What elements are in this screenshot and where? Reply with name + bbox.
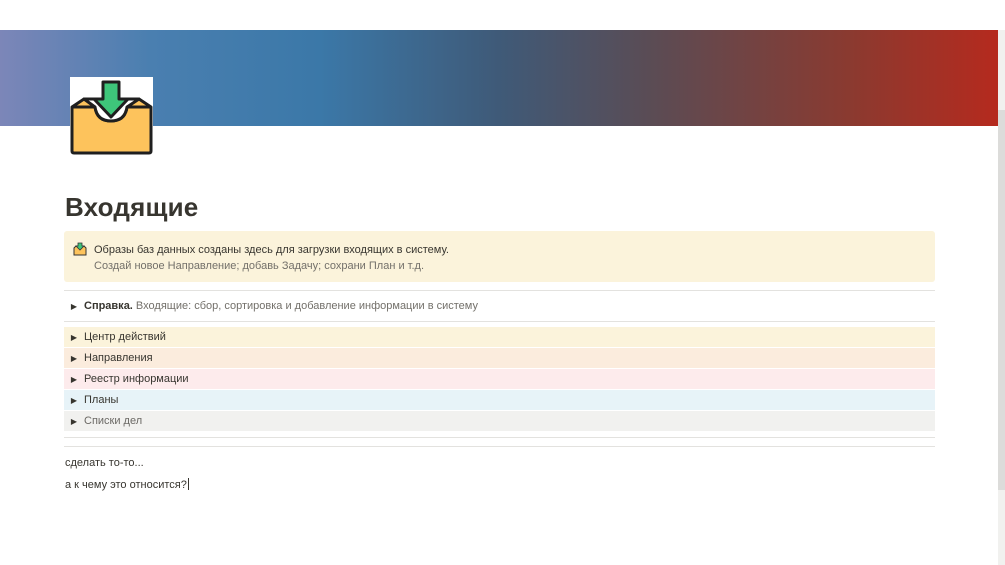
toggle-label: Списки дел [84,415,143,427]
toggle-label: Планы [84,394,119,406]
divider [64,321,935,322]
toggle-info-registry[interactable]: ▶ Реестр информации [64,369,935,389]
toggle-triangle-icon[interactable]: ▶ [64,417,82,426]
toggle-label: Реестр информации [84,373,189,385]
toggle-plans[interactable]: ▶ Планы [64,390,935,410]
scrollbar-track[interactable] [998,30,1005,565]
scrollbar-thumb[interactable] [998,110,1005,490]
divider [64,446,935,447]
toggle-triangle-icon[interactable]: ▶ [64,302,82,311]
divider [64,290,935,291]
toggle-todo-lists[interactable]: ▶ Списки дел [64,411,935,431]
toggle-action-center[interactable]: ▶ Центр действий [64,327,935,347]
toggle-triangle-icon[interactable]: ▶ [64,333,82,342]
toggle-triangle-icon[interactable]: ▶ [64,396,82,405]
toggle-triangle-icon[interactable]: ▶ [64,354,82,363]
toggle-help[interactable]: ▶ Справка. Входящие: сбор, сортировка и … [64,296,935,316]
callout-text-line-1: Образы баз данных созданы здесь для загр… [94,244,449,256]
toggle-directions[interactable]: ▶ Направления [64,348,935,368]
inbox-tray-icon[interactable] [73,242,87,256]
text-block[interactable]: сделать то-то... [65,457,144,469]
callout-block[interactable]: Образы баз данных созданы здесь для загр… [64,231,935,282]
divider [64,437,935,438]
toggle-label: Центр действий [84,331,166,343]
callout-text-line-2: Создай новое Направление; добавь Задачу;… [94,260,424,272]
toggle-triangle-icon[interactable]: ▶ [64,375,82,384]
text-cursor [187,478,189,490]
page-title[interactable]: Входящие [65,192,198,223]
inbox-tray-icon[interactable] [70,77,153,155]
top-bar [0,0,1005,30]
toggle-label: Справка. Входящие: сбор, сортировка и до… [84,300,478,312]
toggle-label: Направления [84,352,153,364]
notion-page: Входящие Образы баз данных созданы здесь… [0,0,1005,565]
text-block-editing[interactable]: а к чему это относится? [65,478,189,491]
